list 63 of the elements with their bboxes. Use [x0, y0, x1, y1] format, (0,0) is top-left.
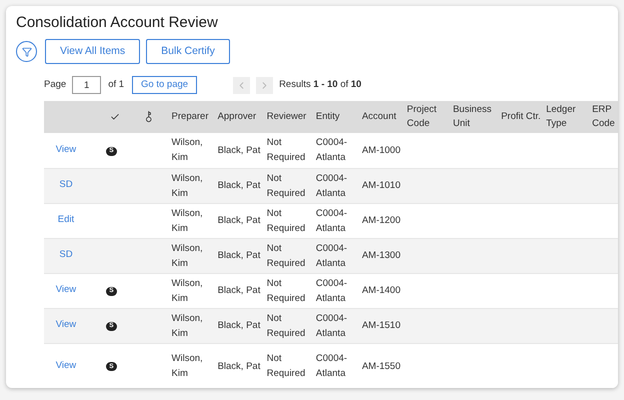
row-action-link[interactable]: Edit — [58, 214, 74, 226]
table-cell: Wilson, Kim — [172, 242, 203, 268]
row-action-link[interactable]: View — [56, 144, 76, 156]
column-header: Entity — [316, 111, 340, 122]
column-header: Preparer — [172, 111, 208, 122]
go-to-page-button[interactable]: Go to page — [132, 76, 198, 94]
table-cell: Wilson, Kim — [172, 208, 203, 234]
table-cell: Black, Pat — [218, 285, 260, 296]
table-cell: Black, Pat — [218, 215, 260, 226]
table-cell: Not Required — [266, 353, 306, 379]
row-action-link[interactable]: View — [56, 319, 76, 330]
column-header: Business Unit — [452, 104, 492, 129]
table-cell: C0004-Atlanta — [316, 312, 348, 338]
check-icon — [110, 112, 120, 122]
table-cell: Wilson, Kim — [172, 312, 203, 338]
table-cell: Not Required — [266, 278, 306, 304]
table-cell: Wilson, Kim — [172, 137, 203, 164]
table-cell: C0004-Atlanta — [316, 242, 348, 268]
table-cell: C0004-Atlanta — [316, 278, 348, 304]
column-header: ERP Code — [592, 104, 615, 129]
table-cell: Black, Pat — [218, 144, 260, 156]
table-cell: Not Required — [266, 242, 306, 268]
results-text: Results 1 - 10 of 10 — [279, 78, 362, 92]
table-cell: Not Required — [266, 137, 306, 164]
toolbar-button[interactable]: Bulk Certify — [146, 39, 230, 64]
row-action-link[interactable]: View — [56, 284, 76, 296]
toolbar-button[interactable]: View All Items — [45, 39, 140, 64]
table-cell: AM-1200 — [362, 215, 400, 226]
table-cell: Not Required — [266, 208, 306, 234]
table-cell: Not Required — [266, 172, 306, 198]
table-cell: Black, Pat — [218, 320, 260, 331]
table-cell: AM-1010 — [362, 180, 400, 191]
table-cell: C0004-Atlanta — [316, 208, 348, 234]
table-cell: AM-1300 — [362, 250, 400, 261]
filter-icon — [22, 46, 32, 56]
table-cell: Wilson, Kim — [172, 353, 203, 379]
table-cell: Black, Pat — [218, 360, 260, 372]
page-label: Page — [44, 78, 66, 92]
column-header: Reviewer — [266, 111, 306, 122]
column-header: Approver — [218, 111, 256, 122]
table-cell: C0004-Atlanta — [316, 137, 348, 164]
page-input[interactable]: 1 — [72, 76, 102, 94]
table-cell: AM-1400 — [362, 285, 400, 296]
table-cell: Wilson, Kim — [172, 278, 203, 304]
row-action-link[interactable]: View — [56, 360, 76, 371]
filter-button[interactable] — [16, 41, 37, 62]
row-action-link[interactable]: SD — [59, 179, 73, 190]
page-count: of 1 — [108, 78, 124, 92]
column-header: Project Code — [406, 104, 436, 129]
table-cell: Black, Pat — [218, 180, 260, 191]
table-cell: AM-1510 — [362, 320, 400, 331]
table-cell: Black, Pat — [218, 250, 260, 261]
table-cell: Not Required — [266, 312, 306, 338]
row-action-link[interactable]: SD — [59, 249, 73, 260]
page-title: Consolidation Account Review — [16, 13, 219, 33]
column-header: Ledger Type — [546, 104, 576, 129]
table-cell: AM-1550 — [362, 360, 400, 372]
table-cell: AM-1000 — [362, 144, 400, 156]
column-header: Account — [362, 111, 396, 122]
table-cell: C0004-Atlanta — [316, 172, 348, 198]
table-cell: C0004-Atlanta — [316, 353, 348, 379]
table-cell: Wilson, Kim — [172, 172, 203, 198]
column-header: Profit Ctr. — [501, 111, 541, 122]
